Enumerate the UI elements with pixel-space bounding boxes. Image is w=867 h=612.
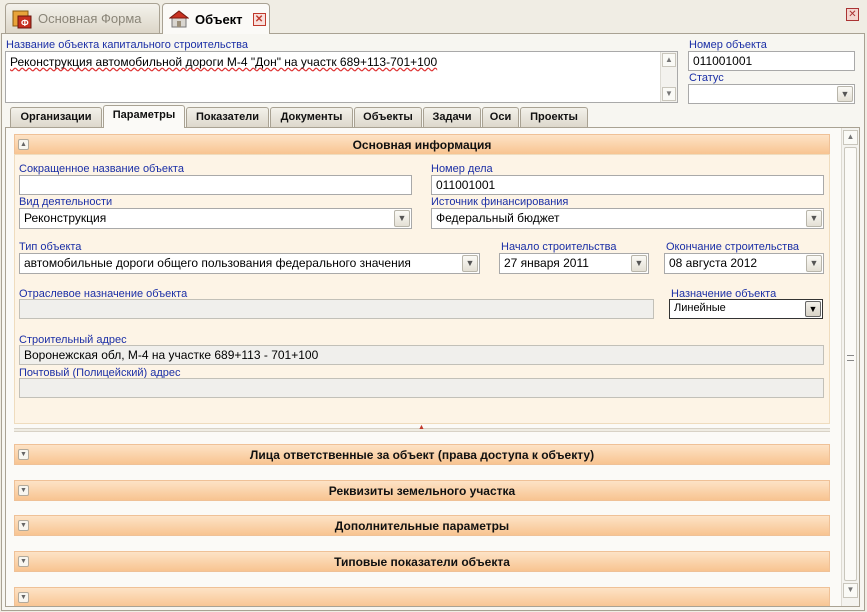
tab-objects[interactable]: Объекты — [354, 107, 422, 127]
scroll-thumb[interactable] — [844, 147, 857, 581]
typical-indicators-header[interactable]: ▼ Типовые показатели объекта — [14, 551, 830, 572]
tab-object[interactable]: Объект ✕ — [162, 3, 270, 34]
activity-value: Реконструкция — [24, 211, 107, 225]
main-info-title: Основная информация — [352, 138, 492, 152]
case-number-label: Номер дела — [431, 163, 493, 175]
status-select[interactable]: ▼ — [688, 84, 855, 104]
object-name-text: Реконструкция автомобильной дороги М-4 "… — [10, 55, 438, 69]
collapse-icon[interactable]: ▲ — [18, 139, 29, 150]
tab-object-label: Объект — [195, 11, 243, 27]
grip-icon — [847, 355, 854, 361]
start-date-picker[interactable]: 27 января 2011 ▼ — [499, 253, 649, 274]
industry-purpose-field[interactable] — [19, 299, 654, 319]
next-section-header[interactable]: ▼ — [14, 587, 830, 606]
parameters-tab-content: ▲ Основная информация Сокращенное назван… — [5, 127, 860, 607]
short-name-field[interactable] — [19, 175, 412, 195]
tab-organizations[interactable]: Организации — [10, 107, 102, 127]
funding-label: Источник финансирования — [431, 196, 569, 208]
tab-axes[interactable]: Оси — [482, 107, 519, 127]
object-number-field[interactable]: 011001001 — [688, 51, 855, 71]
chevron-down-icon[interactable]: ▼ — [806, 255, 822, 272]
expand-icon[interactable]: ▼ — [18, 592, 29, 603]
window-close-icon[interactable]: ✕ — [846, 8, 859, 21]
scroll-up-icon[interactable]: ▲ — [662, 53, 676, 67]
activity-label: Вид деятельности — [19, 196, 113, 208]
scroll-down-icon[interactable]: ▼ — [662, 87, 676, 101]
tab-parameters[interactable]: Параметры — [103, 105, 185, 128]
chevron-down-icon[interactable]: ▼ — [394, 210, 410, 227]
scroll-up-icon[interactable]: ▲ — [843, 130, 858, 145]
object-name-scrollbar[interactable]: ▲ ▼ — [660, 52, 677, 102]
status-label: Статус — [689, 72, 724, 84]
land-plot-header[interactable]: ▼ Реквизиты земельного участка — [14, 480, 830, 501]
main-info-header[interactable]: ▲ Основная информация — [14, 134, 830, 155]
main-info-body: Сокращенное название объекта Номер дела … — [14, 154, 830, 424]
construction-address-field[interactable]: Воронежская обл, М-4 на участке 689+113 … — [19, 345, 824, 365]
funding-value: Федеральный бюджет — [436, 211, 560, 225]
start-date-value: 27 января 2011 — [504, 256, 589, 270]
additional-params-header[interactable]: ▼ Дополнительные параметры — [14, 515, 830, 536]
expand-icon[interactable]: ▼ — [18, 556, 29, 567]
object-name-label: Название объекта капитального строительс… — [6, 39, 248, 51]
postal-address-field[interactable] — [19, 378, 824, 398]
object-type-value: автомобильные дороги общего пользования … — [24, 256, 411, 270]
expand-icon[interactable]: ▼ — [18, 449, 29, 460]
tab-documents[interactable]: Документы — [270, 107, 353, 127]
object-type-select[interactable]: автомобильные дороги общего пользования … — [19, 253, 480, 274]
short-name-label: Сокращенное название объекта — [19, 163, 184, 175]
object-purpose-select[interactable]: Линейные ▼ — [669, 299, 823, 319]
end-date-picker[interactable]: 08 августа 2012 ▼ — [664, 253, 824, 274]
responsible-persons-header[interactable]: ▼ Лица ответственные за объект (права до… — [14, 444, 830, 465]
start-date-label: Начало строительства — [501, 241, 617, 253]
chevron-down-icon[interactable]: ▼ — [805, 301, 821, 317]
form-app-icon: Ф — [12, 10, 32, 28]
object-name-field[interactable]: Реконструкция автомобильной дороги М-4 "… — [5, 51, 678, 103]
activity-select[interactable]: Реконструкция ▼ — [19, 208, 412, 229]
tab-close-icon[interactable]: ✕ — [252, 12, 266, 26]
section-splitter[interactable]: ▲ — [14, 424, 830, 432]
splitter-grip-icon: ▲ — [418, 424, 425, 431]
scroll-down-icon[interactable]: ▼ — [843, 583, 858, 598]
chevron-down-icon[interactable]: ▼ — [462, 255, 478, 272]
chevron-down-icon[interactable]: ▼ — [837, 86, 853, 102]
object-number-label: Номер объекта — [689, 39, 767, 51]
tab-main-form-label: Основная Форма — [38, 11, 142, 26]
land-plot-title: Реквизиты земельного участка — [328, 484, 516, 498]
expand-icon[interactable]: ▼ — [18, 485, 29, 496]
typical-indicators-title: Типовые показатели объекта — [334, 555, 510, 569]
house-icon — [169, 10, 189, 28]
expand-icon[interactable]: ▼ — [18, 520, 29, 531]
tab-tasks[interactable]: Задачи — [423, 107, 481, 127]
content-scrollbar[interactable]: ▲ ▼ — [841, 128, 859, 606]
tab-main-form[interactable]: Ф Основная Форма — [5, 3, 160, 33]
funding-select[interactable]: Федеральный бюджет ▼ — [431, 208, 824, 229]
end-date-value: 08 августа 2012 — [669, 256, 758, 270]
responsible-persons-title: Лица ответственные за объект (права дост… — [249, 448, 595, 462]
additional-params-title: Дополнительные параметры — [334, 519, 510, 533]
tab-projects[interactable]: Проекты — [520, 107, 588, 127]
chevron-down-icon[interactable]: ▼ — [806, 210, 822, 227]
svg-text:Ф: Ф — [21, 18, 29, 28]
chevron-down-icon[interactable]: ▼ — [631, 255, 647, 272]
case-number-field[interactable]: 011001001 — [431, 175, 824, 195]
object-type-label: Тип объекта — [19, 241, 82, 253]
end-date-label: Окончание строительства — [666, 241, 800, 253]
object-purpose-value: Линейные — [674, 302, 726, 314]
tab-indicators[interactable]: Показатели — [186, 107, 269, 127]
